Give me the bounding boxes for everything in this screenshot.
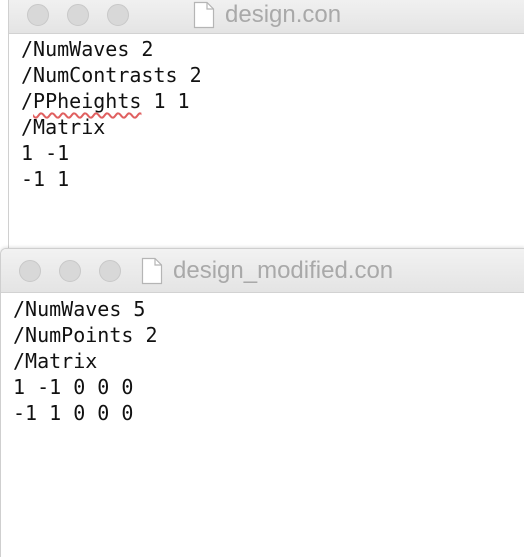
- text-segment: /NumContrasts 2: [21, 63, 202, 87]
- window-titlebar[interactable]: design.con: [9, 0, 524, 34]
- text-segment: 1 -1 0 0 0: [13, 375, 134, 399]
- text-line: 1 -1 0 0 0: [13, 374, 524, 400]
- window-design-modified-con[interactable]: design_modified.con /NumWaves 5/NumPoint…: [0, 248, 524, 557]
- minimize-button-icon[interactable]: [67, 3, 89, 26]
- text-line: -1 1 0 0 0: [13, 400, 524, 426]
- document-icon: [141, 257, 163, 284]
- window-design-con[interactable]: design.con /NumWaves 2/NumContrasts 2/PP…: [8, 0, 524, 250]
- close-button-icon[interactable]: [19, 259, 41, 282]
- close-button-icon[interactable]: [27, 3, 49, 26]
- misspelled-word: PPheights: [33, 89, 142, 113]
- window-title: design_modified.con: [141, 257, 393, 285]
- text-segment: -1 1: [21, 167, 70, 191]
- text-segment: 1 1: [141, 89, 190, 113]
- text-line: /Matrix: [13, 348, 524, 374]
- minimize-button-icon[interactable]: [59, 259, 81, 282]
- text-segment: /: [21, 89, 34, 113]
- zoom-button-icon[interactable]: [107, 3, 129, 26]
- text-segment: 1 -1: [21, 141, 70, 165]
- text-line: /Matrix: [21, 114, 524, 140]
- text-line: /PPheights 1 1: [21, 88, 524, 114]
- text-segment: /Matrix: [13, 349, 98, 373]
- text-line: /NumWaves 5: [13, 296, 524, 322]
- text-line: /NumPoints 2: [13, 322, 524, 348]
- window-titlebar[interactable]: design_modified.con: [1, 249, 524, 293]
- text-segment: /NumWaves 2: [21, 37, 154, 61]
- text-segment: /Matrix: [21, 115, 106, 139]
- text-line: /NumWaves 2: [21, 36, 524, 62]
- text-segment: -1 1 0 0 0: [13, 401, 134, 425]
- text-line: -1 1: [21, 166, 524, 192]
- document-icon: [193, 1, 215, 28]
- text-editor-area[interactable]: /NumWaves 2/NumContrasts 2/PPheights 1 1…: [9, 34, 524, 192]
- text-segment: /NumWaves 5: [13, 297, 146, 321]
- text-editor-area[interactable]: /NumWaves 5/NumPoints 2/Matrix 1 -1 0 0 0…: [1, 293, 524, 426]
- window-title-text: design.con: [225, 0, 342, 28]
- window-title: design.con: [193, 1, 341, 29]
- text-segment: /NumPoints 2: [13, 323, 158, 347]
- text-line: /NumContrasts 2: [21, 62, 524, 88]
- text-line: 1 -1: [21, 140, 524, 166]
- zoom-button-icon[interactable]: [99, 259, 121, 282]
- window-title-text: design_modified.con: [173, 256, 394, 284]
